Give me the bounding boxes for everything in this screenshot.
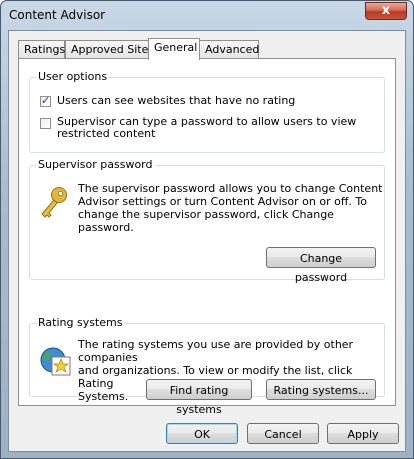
no-rating-label: Users can see websites that have no rati… bbox=[57, 94, 296, 107]
supervisor-override-label-line2: restricted content bbox=[57, 127, 156, 140]
find-rating-systems-button[interactable]: Find rating systems bbox=[146, 379, 252, 416]
ok-button[interactable]: OK bbox=[166, 423, 238, 444]
title-bar[interactable]: Content Advisor x bbox=[1, 1, 413, 31]
user-options-group: User options Users can see websites that… bbox=[29, 70, 385, 153]
close-button[interactable]: x bbox=[365, 2, 407, 20]
tab-advanced[interactable]: Advanced bbox=[199, 40, 259, 59]
rating-systems-group: Rating systems The rating systems you us… bbox=[29, 316, 385, 416]
tab-ratings[interactable]: Ratings bbox=[18, 40, 65, 59]
globe-star-icon bbox=[40, 347, 71, 376]
supervisor-description: The supervisor password allows you to ch… bbox=[78, 182, 382, 234]
supervisor-override-option[interactable]: Supervisor can type a password to allow … bbox=[40, 116, 356, 140]
close-icon: x bbox=[381, 3, 391, 18]
general-tab-panel: User options Users can see websites that… bbox=[18, 58, 396, 416]
rating-systems-button[interactable]: Rating systems... bbox=[266, 379, 376, 400]
supervisor-desc-line2: Advisor settings or turn Content Advisor… bbox=[78, 195, 367, 208]
content-advisor-window: Content Advisor x Ratings Approved Sites… bbox=[0, 0, 414, 459]
apply-button[interactable]: Apply bbox=[327, 423, 399, 444]
rating-desc-line1: The rating systems you use are provided … bbox=[78, 338, 354, 364]
supervisor-desc-line4: password. bbox=[78, 221, 134, 234]
supervisor-override-checkbox[interactable] bbox=[40, 118, 51, 129]
key-icon bbox=[41, 187, 67, 218]
change-password-button[interactable]: Change password bbox=[266, 247, 376, 284]
tab-general[interactable]: General bbox=[148, 38, 200, 60]
no-rating-checkbox[interactable] bbox=[40, 94, 51, 107]
cancel-button[interactable]: Cancel bbox=[247, 423, 319, 444]
window-title: Content Advisor bbox=[9, 8, 106, 22]
no-rating-option[interactable]: Users can see websites that have no rati… bbox=[40, 94, 295, 107]
supervisor-password-group: Supervisor password The supervisor passw… bbox=[29, 158, 385, 284]
supervisor-desc-line1: The supervisor password allows you to ch… bbox=[78, 182, 383, 195]
user-options-title: User options bbox=[36, 70, 110, 83]
supervisor-desc-line3: change the supervisor password, click Ch… bbox=[78, 208, 334, 221]
supervisor-password-title: Supervisor password bbox=[36, 158, 155, 171]
tab-approved-sites[interactable]: Approved Sites bbox=[65, 40, 154, 59]
dialog-client-area: Ratings Approved Sites General Advanced … bbox=[8, 30, 406, 452]
rating-systems-title: Rating systems bbox=[36, 316, 125, 329]
